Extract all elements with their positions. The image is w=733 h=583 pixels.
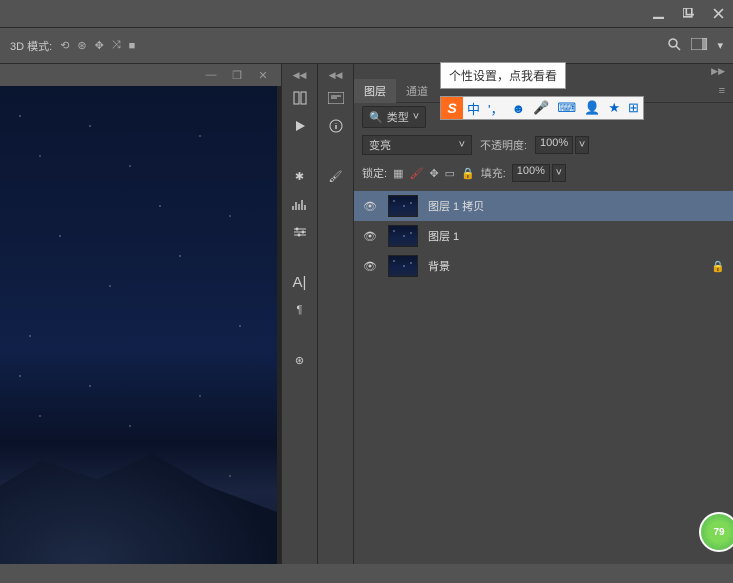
brush-icon[interactable]: 🖌 xyxy=(322,163,350,189)
layer-thumbnail[interactable] xyxy=(388,255,418,277)
lock-icon: 🔒 xyxy=(711,260,725,273)
layer-thumbnail[interactable] xyxy=(388,195,418,217)
lock-artboard-icon[interactable]: ▭ xyxy=(445,167,455,180)
chevron-down-icon: ˅ xyxy=(413,111,419,123)
lock-all-icon[interactable]: 🔒 xyxy=(461,167,475,180)
search-icon: 🔍 xyxy=(369,111,383,124)
history-icon[interactable] xyxy=(286,85,314,111)
layer-name[interactable]: 背景 xyxy=(428,258,450,274)
maximize-button[interactable] xyxy=(673,2,703,26)
canvas-area: — ❐ ✕ xyxy=(0,64,282,564)
blend-mode-select[interactable]: 变亮 ˅ xyxy=(362,135,472,155)
chevron-down-icon: ˅ xyxy=(459,139,465,151)
opacity-label: 不透明度: xyxy=(480,137,527,153)
histogram-icon[interactable] xyxy=(286,191,314,217)
ime-lang[interactable]: 中 xyxy=(463,99,484,118)
layer-row[interactable]: 👁 图层 1 xyxy=(354,221,733,251)
workspace-icon[interactable] xyxy=(691,38,707,53)
collapse-icon[interactable]: ◀◀ xyxy=(291,68,309,83)
ime-grid-icon[interactable]: ⊞ xyxy=(624,100,643,116)
lock-transparency-icon[interactable]: ▦ xyxy=(393,167,403,180)
visibility-icon[interactable]: 👁 xyxy=(362,260,378,273)
character-icon[interactable]: A| xyxy=(286,269,314,295)
layer-thumbnail[interactable] xyxy=(388,225,418,247)
slide-icon[interactable]: ⤨ xyxy=(112,39,121,52)
opacity-input[interactable]: 100% xyxy=(535,136,573,154)
ime-toolbar: S 中 '， ☻ 🎤 ⌨ 👤 ★ ⊞ xyxy=(440,96,644,120)
fill-label: 填充: xyxy=(481,165,506,181)
mode-label: 3D 模式: xyxy=(10,38,52,54)
ime-voice-icon[interactable]: 🎤 xyxy=(529,100,553,116)
pan-icon[interactable]: ✥ xyxy=(95,39,104,52)
tab-channels[interactable]: 通道 xyxy=(396,79,438,103)
doc-minimize-button[interactable]: — xyxy=(199,66,223,84)
layer-list: 👁 图层 1 拷贝 👁 图层 1 👁 背景 🔒 xyxy=(354,187,733,281)
lock-label: 锁定: xyxy=(362,165,387,181)
adjustments-icon[interactable] xyxy=(286,219,314,245)
compass-icon[interactable]: ✱ xyxy=(286,163,314,189)
visibility-icon[interactable]: 👁 xyxy=(362,200,378,213)
document-bar: — ❐ ✕ xyxy=(0,64,281,86)
search-icon[interactable] xyxy=(667,37,681,54)
lock-position-icon[interactable]: ✥ xyxy=(429,167,438,180)
orbit-icon[interactable]: ⟲ xyxy=(60,39,69,52)
close-button[interactable] xyxy=(703,2,733,26)
camera-icon[interactable]: ■ xyxy=(129,40,136,52)
ime-user-icon[interactable]: 👤 xyxy=(580,100,604,116)
tooltip: 个性设置，点我看看 xyxy=(440,62,566,89)
doc-restore-button[interactable]: ❐ xyxy=(225,66,249,84)
status-badge[interactable]: 79 xyxy=(699,512,733,552)
fill-input[interactable]: 100% xyxy=(512,164,550,182)
opacity-dropdown[interactable]: ˅ xyxy=(575,136,589,154)
collapse-icon[interactable]: ◀◀ xyxy=(327,68,345,83)
ime-punct[interactable]: '， xyxy=(484,99,507,118)
roll-icon[interactable]: ⊛ xyxy=(77,39,86,52)
canvas[interactable] xyxy=(0,86,277,564)
title-bar xyxy=(0,0,733,28)
properties-icon[interactable] xyxy=(322,85,350,111)
minimize-button[interactable] xyxy=(643,2,673,26)
tool-column-2: ◀◀ 🖌 xyxy=(318,64,354,564)
layer-name[interactable]: 图层 1 xyxy=(428,228,459,244)
layers-panel: ▶▶ 图层 通道 ≡ 个性设置，点我看看 S 中 '， ☻ 🎤 ⌨ 👤 ★ ⊞ … xyxy=(354,64,733,564)
type-filter[interactable]: 🔍 类型 ˅ xyxy=(362,106,426,128)
doc-close-button[interactable]: ✕ xyxy=(251,66,275,84)
blend-mode-value: 变亮 xyxy=(369,137,391,153)
type-filter-label: 类型 xyxy=(387,109,409,125)
options-bar: 3D 模式: ⟲ ⊛ ✥ ⤨ ■ ▾ xyxy=(0,28,733,64)
paragraph-icon[interactable]: ¶ xyxy=(286,297,314,323)
play-icon[interactable] xyxy=(286,113,314,139)
ime-star-icon[interactable]: ★ xyxy=(604,100,624,116)
ime-emoji-icon[interactable]: ☻ xyxy=(508,101,530,116)
ime-keyboard-icon[interactable]: ⌨ xyxy=(553,100,580,116)
chevron-down-icon[interactable]: ▾ xyxy=(717,39,723,52)
nav-icon[interactable]: ⊛ xyxy=(286,347,314,373)
layer-name[interactable]: 图层 1 拷贝 xyxy=(428,198,484,214)
tab-layers[interactable]: 图层 xyxy=(354,79,396,103)
lock-pixels-icon[interactable]: 🖌 xyxy=(409,167,423,180)
panel-menu-icon[interactable]: ≡ xyxy=(711,85,733,97)
info-icon[interactable] xyxy=(322,113,350,139)
layer-row[interactable]: 👁 背景 🔒 xyxy=(354,251,733,281)
tool-column-1: ◀◀ ✱ A| ¶ ⊛ xyxy=(282,64,318,564)
ime-logo[interactable]: S xyxy=(441,97,463,119)
layer-row[interactable]: 👁 图层 1 拷贝 xyxy=(354,191,733,221)
visibility-icon[interactable]: 👁 xyxy=(362,230,378,243)
fill-dropdown[interactable]: ˅ xyxy=(552,164,566,182)
